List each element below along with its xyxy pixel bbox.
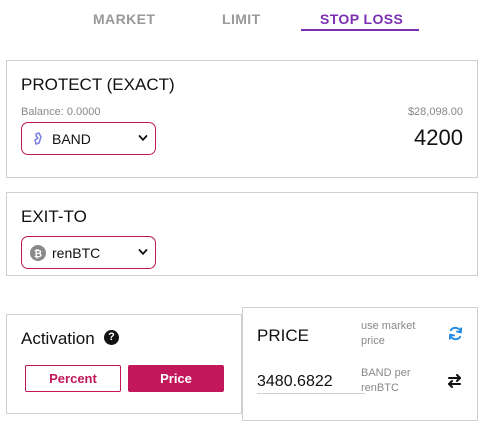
exit-token-select[interactable]: ₿ renBTC: [21, 236, 156, 269]
protect-card: PROTECT (EXACT) Balance: 0.0000 $28,098.…: [6, 60, 478, 178]
exit-token-label: renBTC: [52, 245, 101, 261]
tab-limit[interactable]: LIMIT: [222, 11, 261, 27]
price-card: PRICE use market price BAND per renBTC: [242, 307, 478, 421]
usd-value: $28,098.00: [407, 106, 463, 118]
protect-title: PROTECT (EXACT): [21, 75, 175, 94]
refresh-icon[interactable]: [448, 326, 463, 341]
swap-icon[interactable]: [446, 374, 463, 388]
percent-button[interactable]: Percent: [25, 365, 121, 392]
svg-text:₿: ₿: [34, 248, 42, 260]
activation-label: Activation: [21, 329, 95, 348]
use-market-price-link[interactable]: use market price: [361, 319, 431, 349]
protect-token-label: BAND: [52, 131, 91, 147]
order-type-tabs: MARKET LIMIT STOP LOSS: [0, 0, 491, 34]
chevron-down-icon: [138, 249, 148, 256]
price-button[interactable]: Price: [128, 365, 224, 392]
price-input[interactable]: [257, 370, 365, 394]
exit-to-title: EXIT-TO: [21, 207, 87, 226]
bitcoin-icon: ₿: [30, 245, 46, 261]
active-tab-indicator: [301, 29, 419, 31]
price-title: PRICE: [257, 326, 309, 345]
chevron-down-icon: [138, 135, 148, 142]
tab-stop-loss[interactable]: STOP LOSS: [320, 11, 403, 27]
tab-market[interactable]: MARKET: [93, 11, 155, 27]
balance-text: Balance: 0.0000: [21, 106, 101, 118]
exit-to-card: EXIT-TO ₿ renBTC: [6, 192, 478, 276]
price-pair-label: BAND per renBTC: [361, 367, 411, 394]
protect-token-select[interactable]: BAND: [21, 122, 156, 155]
question-circle-icon[interactable]: ?: [104, 330, 119, 345]
activation-card: Activation ? Percent Price: [6, 314, 242, 414]
protect-amount[interactable]: 4200: [414, 125, 463, 151]
band-protocol-icon: [34, 132, 42, 145]
